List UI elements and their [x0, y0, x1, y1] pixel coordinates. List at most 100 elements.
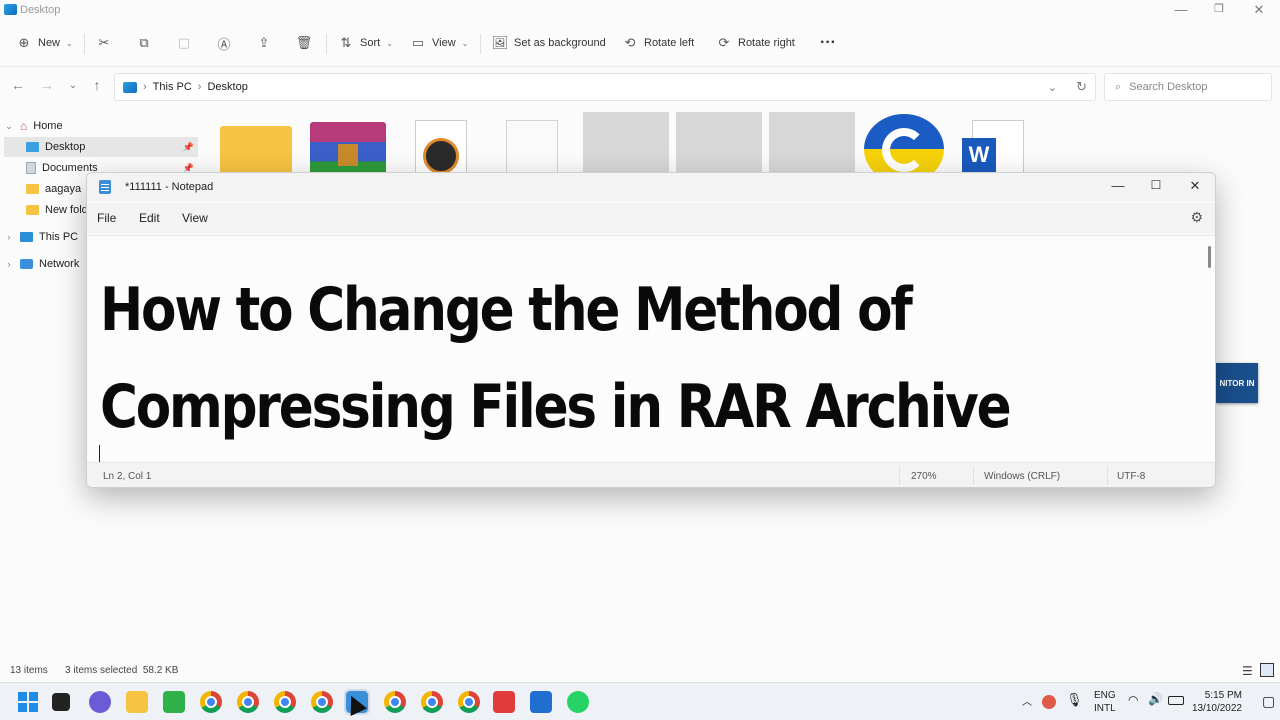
copy-icon: ⧉	[139, 35, 149, 50]
home-icon: ⌂	[20, 119, 28, 133]
rotate-right-button[interactable]: ⟳ Rotate right	[716, 32, 795, 54]
up-arrow-icon[interactable]: ↑	[88, 77, 106, 93]
chrome-icon[interactable]	[200, 691, 222, 713]
search-input[interactable]: ⌕ Search Desktop	[1104, 73, 1272, 101]
sidebar-item-desktop[interactable]: Desktop 📌	[4, 137, 198, 157]
address-bar[interactable]: › This PC › Desktop ⌄ ↻	[114, 73, 1096, 101]
view-button[interactable]: ▭ View ⌄	[410, 32, 469, 54]
chevron-down-icon: ⌄	[461, 38, 469, 48]
refresh-icon[interactable]: ↻	[1076, 79, 1087, 95]
maximize-icon[interactable]: ☐	[1141, 178, 1171, 192]
sidebar-item-label: Desktop	[45, 141, 86, 153]
expand-chevron-icon[interactable]: ⌄	[4, 121, 14, 132]
view-button-label: View	[432, 37, 456, 49]
menu-file[interactable]: File	[97, 211, 116, 225]
battery-icon[interactable]	[1168, 696, 1184, 705]
recent-locations-chevron-icon[interactable]: ⌄	[64, 80, 82, 91]
language-indicator[interactable]: ENG INTL	[1094, 689, 1116, 715]
menu-view[interactable]: View	[182, 211, 208, 225]
chrome-profile-icon[interactable]	[384, 691, 406, 713]
sidebar-item-label: Network	[39, 258, 80, 270]
paste-button[interactable]: ▢	[176, 32, 192, 54]
tray-app-icon[interactable]	[1042, 695, 1056, 709]
this-pc-icon	[123, 81, 137, 93]
notepad-title: *111111 - Notepad	[125, 181, 214, 193]
tiles-view-icon[interactable]	[1260, 663, 1274, 677]
clock[interactable]: 5:15 PM 13/10/2022	[1192, 689, 1242, 715]
address-dropdown-icon[interactable]: ⌄	[1048, 81, 1057, 94]
line-ending: Windows (CRLF)	[984, 471, 1061, 482]
copy-button[interactable]: ⧉	[136, 32, 152, 54]
file-explorer-taskbar-icon[interactable]	[126, 691, 148, 713]
sort-icon: ⇅	[340, 35, 352, 50]
back-arrow-icon[interactable]: ←	[9, 77, 27, 93]
details-view-icon[interactable]: ☰	[1242, 664, 1253, 678]
breadcrumb-this-pc[interactable]: This PC	[153, 81, 192, 93]
more-options-button[interactable]: ···	[820, 32, 836, 54]
forward-arrow-icon[interactable]: →	[38, 77, 56, 93]
rotate-left-button[interactable]: ⟲ Rotate left	[622, 32, 695, 54]
chrome-profile-icon[interactable]	[311, 691, 333, 713]
notification-icon[interactable]: ▢	[1262, 693, 1275, 710]
chevron-down-icon: ⌄	[386, 38, 393, 48]
clock-date: 13/10/2022	[1191, 703, 1242, 714]
teams-chat-icon[interactable]	[89, 691, 111, 713]
close-icon[interactable]: ✕	[1244, 2, 1274, 18]
start-button[interactable]	[17, 691, 39, 713]
trash-icon: 🗑	[295, 35, 313, 50]
explorer-title: Desktop	[20, 4, 61, 16]
wifi-icon[interactable]: ◠	[1128, 693, 1138, 707]
delete-button[interactable]: 🗑	[295, 32, 313, 54]
sort-button[interactable]: ⇅ Sort ⌄	[338, 32, 393, 54]
paste-icon: ▢	[177, 35, 191, 50]
keyboard-layout: INTL	[1094, 703, 1116, 714]
menu-edit[interactable]: Edit	[139, 211, 160, 225]
notepad-window: *111111 - Notepad — ☐ ✕ File Edit View ⚙…	[86, 172, 1216, 488]
volume-icon[interactable]: 🔊	[1148, 692, 1163, 706]
item-count: 13 items	[10, 665, 48, 676]
play-icon	[423, 138, 459, 174]
editor-content: How to Change the Method of Compressing …	[100, 262, 1012, 456]
status-divider	[973, 467, 974, 485]
camtasia-green-icon[interactable]	[163, 691, 185, 713]
chrome-profile-icon[interactable]	[421, 691, 443, 713]
chrome-profile-icon[interactable]	[237, 691, 259, 713]
settings-gear-icon[interactable]: ⚙	[1190, 209, 1203, 226]
text-editor-area[interactable]: How to Change the Method of Compressing …	[87, 235, 1215, 463]
archive-strap	[338, 144, 358, 166]
tray-overflow-chevron-icon[interactable]: ︿	[1022, 693, 1032, 708]
selection-info: 3 items selected 58.2 KB	[65, 665, 179, 676]
minimize-icon[interactable]: —	[1166, 2, 1196, 17]
cut-button[interactable]: ✂	[96, 32, 112, 54]
store-icon[interactable]	[530, 691, 552, 713]
zoom-level: 270%	[911, 471, 937, 482]
language-code: ENG	[1094, 690, 1116, 701]
minimize-icon[interactable]: —	[1103, 178, 1133, 193]
expand-chevron-icon[interactable]: ›	[4, 259, 14, 269]
share-icon: ⇪	[258, 35, 270, 50]
vertical-scrollbar[interactable]	[1208, 246, 1211, 268]
camtasia-red-icon[interactable]	[493, 691, 515, 713]
encoding: UTF-8	[1117, 471, 1146, 482]
task-view-icon[interactable]	[52, 693, 70, 711]
status-divider	[1107, 467, 1108, 485]
toolbar-divider	[326, 34, 327, 54]
expand-chevron-icon[interactable]: ›	[4, 232, 14, 242]
sidebar-item-home[interactable]: ⌄ ⌂ Home	[4, 116, 194, 136]
documents-icon	[26, 162, 36, 174]
rename-button[interactable]: Ⓐ	[216, 32, 232, 54]
restore-icon[interactable]: ❐	[1204, 2, 1234, 15]
toolbar-divider	[480, 34, 481, 54]
set-as-background-button[interactable]: 🖼 Set as background	[492, 32, 606, 54]
sidebar-item-label: This PC	[39, 231, 79, 243]
new-button[interactable]: ⊕ New ⌄	[16, 32, 73, 54]
close-icon[interactable]: ✕	[1180, 178, 1210, 194]
share-button[interactable]: ⇪	[256, 32, 272, 54]
chrome-profile-icon[interactable]	[458, 691, 480, 713]
breadcrumb-desktop[interactable]: Desktop	[207, 81, 247, 93]
chevron-down-icon: ⌄	[66, 38, 73, 48]
whatsapp-icon[interactable]	[567, 691, 589, 713]
partial-thumbnail-label[interactable]: NITOR IN	[1216, 363, 1258, 403]
microphone-icon[interactable]: 🎙	[1066, 692, 1083, 708]
chrome-profile-icon[interactable]	[274, 691, 296, 713]
